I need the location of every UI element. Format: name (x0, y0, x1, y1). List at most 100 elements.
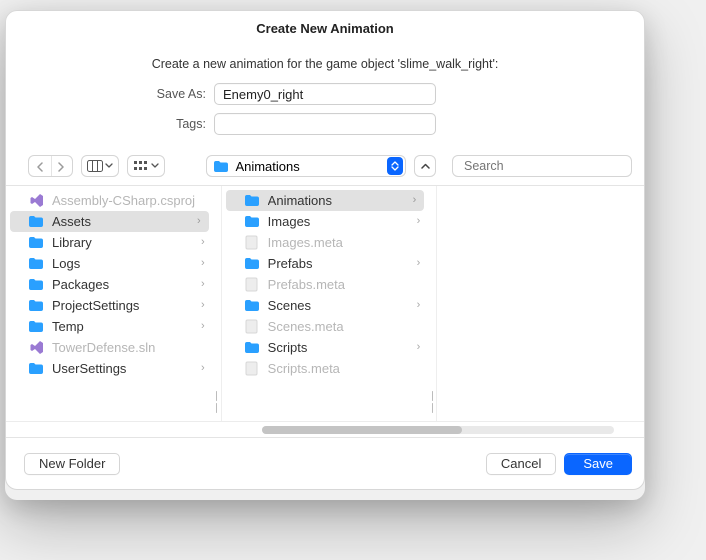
chevron-down-icon (105, 163, 113, 169)
file-label: Scenes (268, 298, 311, 313)
nav-back-button[interactable] (29, 156, 51, 177)
column-resize-handle[interactable] (428, 186, 437, 421)
chevron-right-icon: › (201, 299, 205, 311)
chevron-down-icon (151, 163, 159, 169)
chevron-right-icon: › (417, 257, 421, 269)
column-2[interactable] (437, 186, 644, 421)
tags-input[interactable] (214, 113, 436, 135)
chevron-right-icon: › (201, 257, 205, 269)
column-0[interactable]: Assembly-CSharp.csprojAssets›Library›Log… (6, 186, 213, 421)
vs-project-icon (28, 340, 44, 356)
file-row[interactable]: Logs › (6, 253, 213, 274)
file-label: Images (268, 214, 311, 229)
file-label: Scripts (268, 340, 308, 355)
nav-forward-button[interactable] (51, 156, 73, 177)
cancel-button[interactable]: Cancel (486, 453, 556, 475)
columns-icon (87, 160, 103, 172)
file-label: Logs (52, 256, 80, 271)
location-stepper-icon (387, 157, 403, 175)
file-label: Images.meta (268, 235, 343, 250)
file-row[interactable]: Prefabs.meta (222, 274, 429, 295)
column-1[interactable]: Animations›Images›Images.metaPrefabs›Pre… (222, 186, 429, 421)
file-icon (244, 236, 260, 250)
collapse-toggle-button[interactable] (414, 155, 436, 177)
file-label: Temp (52, 319, 84, 334)
folder-icon (28, 320, 44, 334)
browser-toolbar: Animations (6, 145, 644, 185)
vs-project-icon (28, 193, 44, 209)
file-row[interactable]: Temp › (6, 316, 213, 337)
file-row[interactable]: Images › (222, 211, 429, 232)
file-row[interactable]: Prefabs › (222, 253, 429, 274)
file-row[interactable]: Scripts › (222, 337, 429, 358)
chevron-right-icon: › (201, 278, 205, 290)
file-label: Library (52, 235, 92, 250)
chevron-right-icon: › (417, 341, 421, 353)
file-row[interactable]: Packages › (6, 274, 213, 295)
folder-icon (28, 257, 44, 271)
folder-icon (28, 236, 44, 250)
location-popup[interactable]: Animations (206, 155, 406, 177)
dialog-titlebar: Create New Animation (6, 11, 644, 47)
saveas-label: Save As: (18, 87, 214, 101)
chevron-right-icon: › (413, 194, 417, 206)
folder-icon (244, 257, 260, 271)
folder-icon (213, 159, 229, 173)
new-folder-button[interactable]: New Folder (24, 453, 120, 475)
file-row[interactable]: Scenes › (222, 295, 429, 316)
file-label: Assembly-CSharp.csproj (52, 193, 195, 208)
file-row[interactable]: TowerDefense.sln (6, 337, 213, 358)
file-label: Packages (52, 277, 109, 292)
folder-icon (28, 299, 44, 313)
file-label: Animations (268, 193, 332, 208)
file-row[interactable]: UserSettings › (6, 358, 213, 379)
file-label: TowerDefense.sln (52, 340, 155, 355)
file-row[interactable]: Assembly-CSharp.csproj (6, 190, 213, 211)
tags-label: Tags: (18, 117, 214, 131)
file-icon (244, 320, 260, 334)
folder-icon (28, 362, 44, 376)
file-row[interactable]: Scenes.meta (222, 316, 429, 337)
file-label: Prefabs.meta (268, 277, 345, 292)
file-label: Scenes.meta (268, 319, 344, 334)
search-input[interactable] (464, 159, 625, 173)
chevron-up-icon (421, 163, 430, 170)
folder-icon (28, 215, 44, 229)
folder-icon (244, 194, 260, 208)
column-resize-handle[interactable] (213, 186, 222, 421)
grid-icon (133, 160, 149, 172)
file-row[interactable]: Assets › (10, 211, 209, 232)
chevron-right-icon: › (201, 320, 205, 332)
chevron-right-icon: › (417, 215, 421, 227)
horizontal-scrollbar[interactable] (6, 421, 644, 437)
chevron-right-icon: › (201, 362, 205, 374)
file-label: Scripts.meta (268, 361, 340, 376)
save-button[interactable]: Save (564, 453, 632, 475)
chevron-right-icon: › (197, 215, 201, 227)
file-row[interactable]: Scripts.meta (222, 358, 429, 379)
chevron-right-icon: › (417, 299, 421, 311)
file-row[interactable]: Animations › (226, 190, 425, 211)
dialog-subtitle: Create a new animation for the game obje… (6, 47, 644, 79)
file-label: UserSettings (52, 361, 126, 376)
dialog-title: Create New Animation (256, 21, 394, 36)
search-field[interactable] (452, 155, 632, 177)
folder-icon (244, 299, 260, 313)
file-row[interactable]: ProjectSettings › (6, 295, 213, 316)
view-columns-button[interactable] (81, 155, 119, 177)
dialog-footer: New Folder Cancel Save (6, 437, 644, 489)
file-icon (244, 362, 260, 376)
save-dialog: Create New Animation Create a new animat… (5, 10, 645, 490)
file-label: ProjectSettings (52, 298, 139, 313)
group-by-button[interactable] (127, 155, 165, 177)
column-browser: Assembly-CSharp.csprojAssets›Library›Log… (6, 185, 644, 421)
file-row[interactable]: Library› (6, 232, 213, 253)
nav-back-forward (28, 155, 73, 177)
folder-icon (28, 278, 44, 292)
file-label: Prefabs (268, 256, 313, 271)
folder-icon (244, 341, 260, 355)
file-row[interactable]: Images.meta (222, 232, 429, 253)
file-label: Assets (52, 214, 91, 229)
file-icon (244, 278, 260, 292)
saveas-input[interactable] (214, 83, 436, 105)
